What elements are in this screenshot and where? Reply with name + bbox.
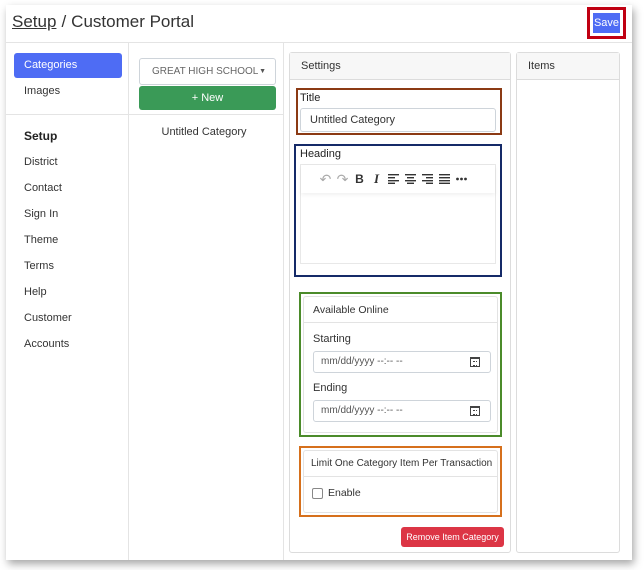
- align-left-icon[interactable]: [385, 168, 402, 190]
- title-field-group: Title: [296, 88, 502, 135]
- sidebar-item-customer-accounts[interactable]: Customer Accounts: [14, 305, 122, 350]
- available-online-header: Available Online: [304, 297, 497, 323]
- sidebar-item-theme[interactable]: Theme: [14, 227, 122, 253]
- available-online-group: Available Online Starting mm/dd/yyyy --:…: [299, 292, 502, 437]
- bold-icon[interactable]: B: [351, 168, 368, 190]
- limit-item-header: Limit One Category Item Per Transaction: [304, 451, 497, 477]
- sidebar-section-heading: Setup: [24, 129, 58, 143]
- ending-datetime-input[interactable]: mm/dd/yyyy --:-- --: [313, 400, 491, 422]
- save-button[interactable]: Save: [593, 13, 620, 33]
- starting-datetime-placeholder: mm/dd/yyyy --:-- --: [321, 356, 403, 367]
- category-list-divider: [129, 114, 283, 115]
- new-category-button[interactable]: + New: [139, 86, 276, 110]
- remove-item-category-button[interactable]: Remove Item Category: [401, 527, 504, 547]
- sidebar-item-contact[interactable]: Contact: [14, 175, 122, 201]
- sidebar-item-images[interactable]: Images: [14, 78, 122, 104]
- heading-label: Heading: [300, 148, 341, 160]
- school-select[interactable]: GREAT HIGH SCHOOL ▼: [139, 58, 276, 85]
- heading-field-group: Heading ↶ ↷ B I: [294, 144, 502, 277]
- align-center-icon[interactable]: [402, 168, 419, 190]
- title-input[interactable]: [300, 108, 496, 132]
- redo-icon[interactable]: ↷: [334, 168, 351, 190]
- available-online-card: Available Online Starting mm/dd/yyyy --:…: [303, 296, 498, 433]
- caret-down-icon: ▼: [259, 68, 266, 75]
- items-header: Items: [517, 53, 619, 80]
- enable-checkbox[interactable]: [312, 487, 323, 499]
- italic-icon[interactable]: I: [368, 168, 385, 190]
- more-options-icon[interactable]: [453, 168, 470, 190]
- limit-item-card: Limit One Category Item Per Transaction …: [303, 450, 498, 513]
- calendar-icon[interactable]: [470, 357, 480, 367]
- sidebar-item-categories[interactable]: Categories: [14, 53, 122, 78]
- starting-datetime-input[interactable]: mm/dd/yyyy --:-- --: [313, 351, 491, 373]
- sidebar-item-terms[interactable]: Terms: [14, 253, 122, 279]
- settings-header: Settings: [290, 53, 510, 80]
- title-label: Title: [300, 92, 321, 104]
- sidebar-item-help[interactable]: Help: [14, 279, 122, 305]
- sidebar-item-sign-in[interactable]: Sign In: [14, 201, 122, 227]
- breadcrumb-setup-link[interactable]: Setup: [12, 12, 56, 31]
- editor-toolbar: ↶ ↷ B I: [301, 165, 495, 193]
- sidebar-divider: [6, 114, 130, 115]
- sidebar-item-district[interactable]: District: [14, 149, 122, 175]
- ending-label: Ending: [313, 382, 348, 394]
- header-divider: [6, 42, 632, 43]
- sidebar-column-divider: [128, 43, 129, 560]
- category-column-divider: [283, 43, 284, 560]
- align-right-icon[interactable]: [419, 168, 436, 190]
- undo-icon[interactable]: ↶: [317, 168, 334, 190]
- limit-item-group: Limit One Category Item Per Transaction …: [299, 446, 502, 517]
- page-title: Setup / Customer Portal: [12, 12, 194, 32]
- calendar-icon[interactable]: [470, 406, 480, 416]
- heading-editor[interactable]: ↶ ↷ B I: [300, 164, 496, 264]
- category-list-item[interactable]: Untitled Category: [129, 126, 279, 138]
- starting-label: Starting: [313, 333, 351, 345]
- page-title-text: Customer Portal: [71, 12, 194, 31]
- sidebar: Categories Images Setup District Contact…: [6, 53, 130, 350]
- ending-datetime-placeholder: mm/dd/yyyy --:-- --: [321, 405, 403, 416]
- school-select-value: GREAT HIGH SCHOOL: [152, 66, 259, 77]
- save-button-highlight: Save: [587, 7, 626, 39]
- align-justify-icon[interactable]: [436, 168, 453, 190]
- breadcrumb-separator: /: [61, 12, 67, 31]
- enable-label[interactable]: Enable: [328, 487, 361, 499]
- items-panel: Items: [516, 52, 620, 553]
